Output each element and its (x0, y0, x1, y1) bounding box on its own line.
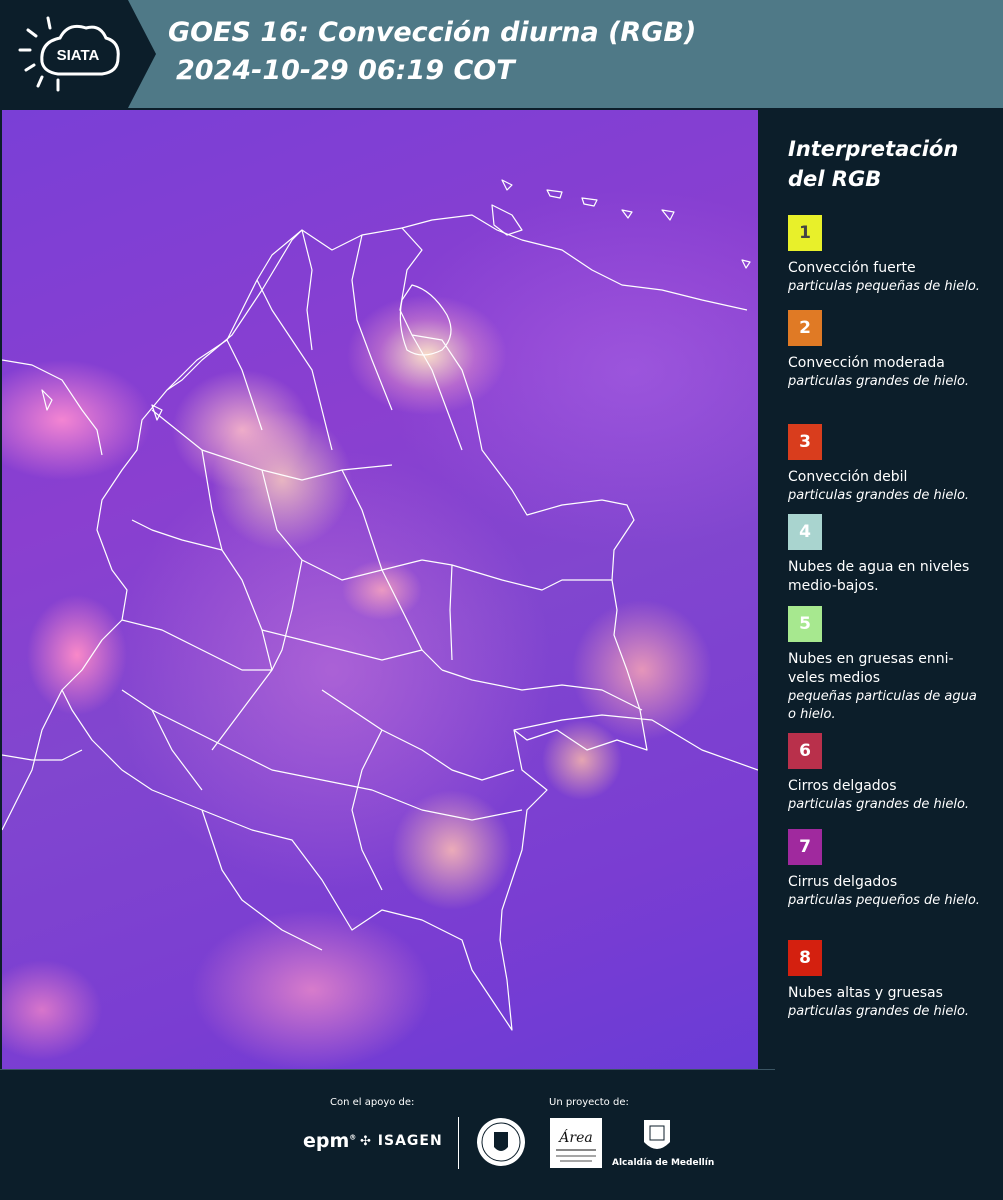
legend-item-desc: particulas pequeñas de hielo. (788, 279, 980, 294)
legend-item-label: Nubes en gruesas enni-veles medios (788, 651, 954, 686)
legend-item-desc: particulas grandes de hielo. (788, 797, 970, 812)
legend-item-desc: particulas pequeños de hielo. (788, 893, 980, 908)
lake-maracaibo (399, 284, 452, 356)
legend-swatch: 7 (788, 829, 822, 865)
isagen-icon: ✣ (360, 1134, 372, 1149)
panama-coast (2, 359, 103, 456)
legend-title-line-2: del RGB (788, 167, 882, 191)
legend-item-1: 1 Convección fuerte particulas pequeñas de… (788, 215, 988, 296)
legend-swatch: 1 (788, 215, 822, 251)
support-label: Con el apoyo de: (330, 1097, 415, 1108)
footer-divider (0, 1069, 775, 1070)
legend-item-6: 6 Cirros delgados particulas grandes de hi… (788, 733, 988, 814)
legend-swatch: 5 (788, 606, 822, 642)
rgb-legend: Interpretación del RGB (788, 134, 988, 194)
legend-item-8: 8 Nubes altas y gruesas particulas grandes… (788, 940, 988, 1021)
legend-item-label: Convección moderada (788, 355, 945, 371)
legend-item-label: Nubes de agua en niveles medio-bajos. (788, 559, 970, 594)
project-label: Un proyecto de: (549, 1097, 629, 1108)
alcaldia-label: Alcaldía de Medellín (612, 1158, 715, 1168)
legend-item-label: Cirrus delgados (788, 874, 898, 890)
legend-title: Interpretación del RGB (788, 134, 988, 194)
legend-swatch: 8 (788, 940, 822, 976)
satellite-map (2, 110, 758, 1069)
legend-swatch: 3 (788, 424, 822, 460)
siata-logo: SIATA (18, 16, 120, 92)
country-borders (2, 179, 758, 1031)
legend-item-2: 2 Convección moderada particulas grandes d… (788, 310, 988, 391)
header-chevron-shape (122, 0, 156, 108)
footer-vertical-divider (458, 1117, 459, 1169)
legend-item-label: Cirros delgados (788, 778, 897, 794)
venezuela-border (401, 214, 748, 311)
legend-swatch: 4 (788, 514, 822, 550)
legend-item-label: Convección fuerte (788, 260, 916, 276)
legend-swatch: 2 (788, 310, 822, 346)
legend-item-desc: particulas grandes de hielo. (788, 488, 970, 503)
medellin-seal-icon (477, 1118, 525, 1166)
legend-item-7: 7 Cirrus delgados particulas pequeños de h… (788, 829, 988, 910)
legend-item-3: 3 Convección debil particulas grandes de h… (788, 424, 988, 505)
legend-item-desc: particulas grandes de hielo. (788, 374, 970, 389)
legend-item-5: 5 Nubes en gruesas enni-veles medios peque… (788, 606, 988, 724)
title-line-1: GOES 16: Convección diurna (RGB) (168, 17, 697, 48)
colombia-border (61, 227, 648, 1031)
page-title: GOES 16: Convección diurna (RGB) 2024-10… (168, 14, 696, 90)
area-metropolitana-logo: Área (550, 1118, 602, 1168)
brazil-border (513, 714, 758, 771)
legend-item-label: Nubes altas y gruesas (788, 985, 943, 1001)
legend-title-line-1: Interpretación (788, 137, 959, 161)
caribbean-coast (166, 229, 303, 391)
legend-item-desc: particulas grandes de hielo. (788, 1004, 970, 1019)
epm-logo: epm® (303, 1130, 357, 1152)
logo-text: SIATA (57, 47, 100, 64)
legend-item-4: 4 Nubes de agua en niveles medio-bajos. (788, 514, 988, 596)
title-line-2: 2024-10-29 06:19 COT (176, 55, 515, 86)
legend-item-desc: pequeñas particulas de agua o hielo. (788, 689, 977, 722)
legend-item-label: Convección debil (788, 469, 908, 485)
isagen-logo: ✣ ISAGEN (360, 1133, 443, 1149)
alcaldia-shield-icon (644, 1120, 670, 1149)
legend-swatch: 6 (788, 733, 822, 769)
svg-text:Área: Área (557, 1128, 592, 1146)
